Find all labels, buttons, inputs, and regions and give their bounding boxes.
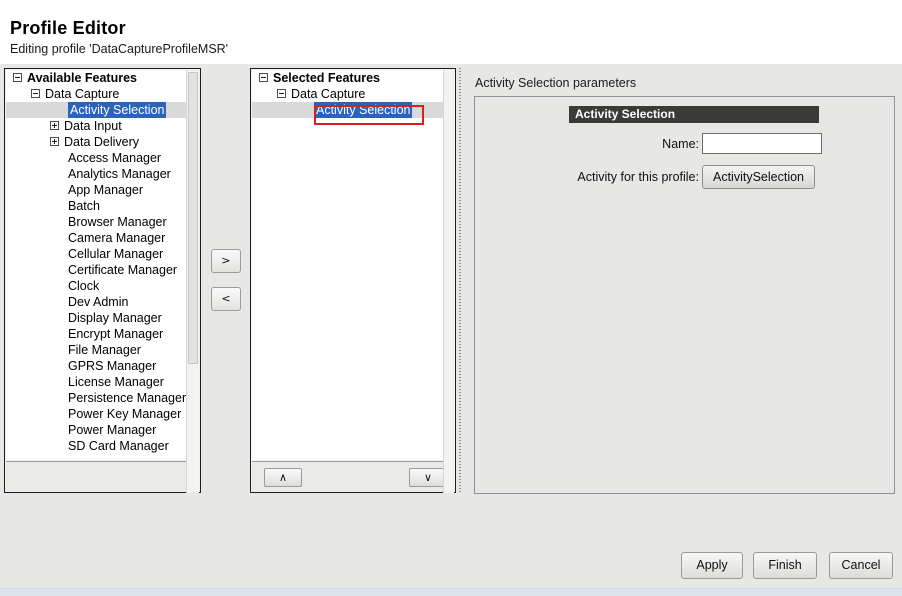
tree-item-label: Persistence Manager [68,390,186,406]
tree-item-label: Data Capture [291,86,365,102]
tree-item-label: Available Features [27,70,137,86]
add-feature-button[interactable]: > [211,249,241,273]
tree-item-label: SD Card Manager [68,438,169,454]
tree-item-label: Display Manager [68,310,162,326]
collapse-minus-icon[interactable] [259,73,268,82]
tree-item-label: Activity Selection [68,102,166,118]
tree-item[interactable]: Data Capture [252,86,444,102]
selected-features-tree[interactable]: Selected FeaturesData CaptureActivity Se… [252,70,444,460]
tree-item-label: Encrypt Manager [68,326,163,342]
tree-item-label: Cellular Manager [68,246,163,262]
finish-button[interactable]: Finish [753,552,817,579]
selected-features-panel: Selected FeaturesData CaptureActivity Se… [250,68,456,493]
tree-item[interactable]: App Manager [6,182,199,198]
name-field-label: Name: [505,137,699,151]
transfer-button-column: > < [205,68,247,493]
panel-splitter-handle[interactable] [458,68,463,493]
tree-item-label: Power Key Manager [68,406,181,422]
selected-features-scrollbar[interactable] [443,70,454,493]
tree-item[interactable]: Analytics Manager [6,166,199,182]
selected-features-footer: ∧ ∨ [252,461,444,492]
parameters-heading: Activity Selection parameters [475,76,636,90]
tree-item[interactable]: Browser Manager [6,214,199,230]
available-features-panel: Available FeaturesData CaptureActivity S… [4,68,201,493]
tree-item-label: Access Manager [68,150,161,166]
tree-item[interactable]: File Manager [6,342,199,358]
activity-field-label: Activity for this profile: [505,170,699,184]
tree-item[interactable]: Cellular Manager [6,246,199,262]
tree-item[interactable]: GPRS Manager [6,358,199,374]
profile-editor-window: Profile Editor Editing profile 'DataCapt… [0,0,902,596]
tree-item[interactable]: Display Manager [6,310,199,326]
tree-item-label: Camera Manager [68,230,165,246]
tree-item[interactable]: Data Delivery [6,134,199,150]
tree-item[interactable]: Encrypt Manager [6,326,199,342]
activity-selection-button[interactable]: ActivitySelection [702,165,815,189]
available-features-tree[interactable]: Available FeaturesData CaptureActivity S… [6,70,199,460]
tree-item[interactable]: Power Manager [6,422,199,438]
move-down-button[interactable]: ∨ [409,468,447,487]
scrollbar-thumb[interactable] [188,72,198,364]
editing-profile-subtitle: Editing profile 'DataCaptureProfileMSR' [10,42,228,56]
move-up-button[interactable]: ∧ [264,468,302,487]
tree-item-label: Certificate Manager [68,262,177,278]
tree-item-label: Browser Manager [68,214,167,230]
parameters-group-box: Activity Selection Name: Activity for th… [474,96,895,494]
tree-item[interactable]: Camera Manager [6,230,199,246]
tree-item-label: License Manager [68,374,164,390]
apply-button[interactable]: Apply [681,552,743,579]
collapse-minus-icon[interactable] [277,89,286,98]
tree-item-label: File Manager [68,342,141,358]
tree-item-label: Data Capture [45,86,119,102]
collapse-minus-icon[interactable] [13,73,22,82]
name-input[interactable] [702,133,822,154]
tree-item[interactable]: License Manager [6,374,199,390]
collapse-minus-icon[interactable] [31,89,40,98]
parameters-panel: Activity Selection parameters Activity S… [468,68,898,496]
tree-item[interactable]: Activity Selection [252,102,444,118]
tree-item[interactable]: Dev Admin [6,294,199,310]
tree-item[interactable]: Power Key Manager [6,406,199,422]
tree-item-label: Clock [68,278,99,294]
parameters-group-title: Activity Selection [575,107,675,122]
remove-feature-button[interactable]: < [211,287,241,311]
tree-item-label: App Manager [68,182,143,198]
tree-item-label: Activity Selection [314,102,412,118]
tree-item-label: Dev Admin [68,294,128,310]
tree-item-label: Power Manager [68,422,156,438]
cancel-button[interactable]: Cancel [829,552,893,579]
tree-item[interactable]: Certificate Manager [6,262,199,278]
tree-item-label: Selected Features [273,70,380,86]
tree-item-label: GPRS Manager [68,358,156,374]
page-title: Profile Editor [10,18,126,39]
parameters-group-header: Activity Selection [569,106,819,123]
tree-item[interactable]: Activity Selection [6,102,199,118]
tree-item[interactable]: Data Capture [6,86,199,102]
status-strip [0,588,902,596]
tree-item[interactable]: SD Card Manager [6,438,199,454]
tree-item-label: Analytics Manager [68,166,171,182]
expand-plus-icon[interactable] [50,121,59,130]
tree-item[interactable]: Access Manager [6,150,199,166]
expand-plus-icon[interactable] [50,137,59,146]
available-features-scrollbar[interactable] [186,70,199,493]
available-features-footer [6,461,199,492]
tree-item[interactable]: Selected Features [252,70,444,86]
tree-item[interactable]: Clock [6,278,199,294]
tree-item[interactable]: Batch [6,198,199,214]
tree-item[interactable]: Persistence Manager [6,390,199,406]
tree-item[interactable]: Data Input [6,118,199,134]
tree-item-label: Data Input [64,118,122,134]
tree-item[interactable]: Available Features [6,70,199,86]
tree-item-label: Data Delivery [64,134,139,150]
tree-item-label: Batch [68,198,100,214]
